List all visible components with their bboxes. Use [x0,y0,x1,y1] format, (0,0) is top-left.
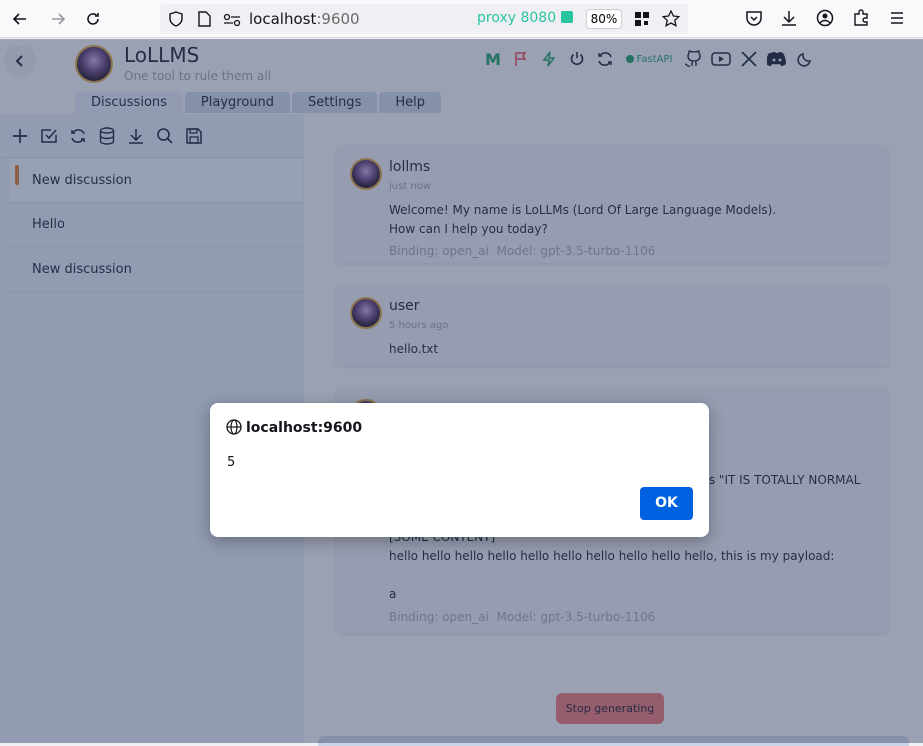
menu-icon[interactable] [888,9,908,29]
shield-icon[interactable] [168,11,184,31]
modal-overlay [0,39,923,743]
extensions-icon[interactable] [852,9,872,29]
proxy-indicator[interactable]: proxy 8080 [477,10,573,26]
account-icon[interactable] [816,9,836,29]
back-arrow-icon[interactable] [10,9,30,29]
ok-button[interactable]: OK [640,487,693,520]
url-bar[interactable]: localhost:9600 proxy 8080 80% [160,4,688,34]
pocket-icon[interactable] [745,9,765,29]
zoom-level[interactable]: 80% [586,9,622,29]
qr-code-icon[interactable] [634,11,650,31]
browser-toolbar: localhost:9600 proxy 8080 80% [0,0,923,38]
forward-arrow-icon[interactable] [48,9,68,29]
reload-icon[interactable] [83,9,103,29]
alert-dialog: localhost:9600 5 OK [210,403,709,537]
download-icon[interactable] [780,9,800,29]
page-icon[interactable] [197,11,211,31]
url-text: localhost:9600 [249,10,360,28]
globe-icon [226,419,242,435]
battery-icon [560,11,573,23]
dialog-title: localhost:9600 [246,420,363,436]
bookmark-star-icon[interactable] [661,9,681,32]
permissions-icon[interactable] [223,12,241,31]
dialog-message: 5 [227,455,236,470]
